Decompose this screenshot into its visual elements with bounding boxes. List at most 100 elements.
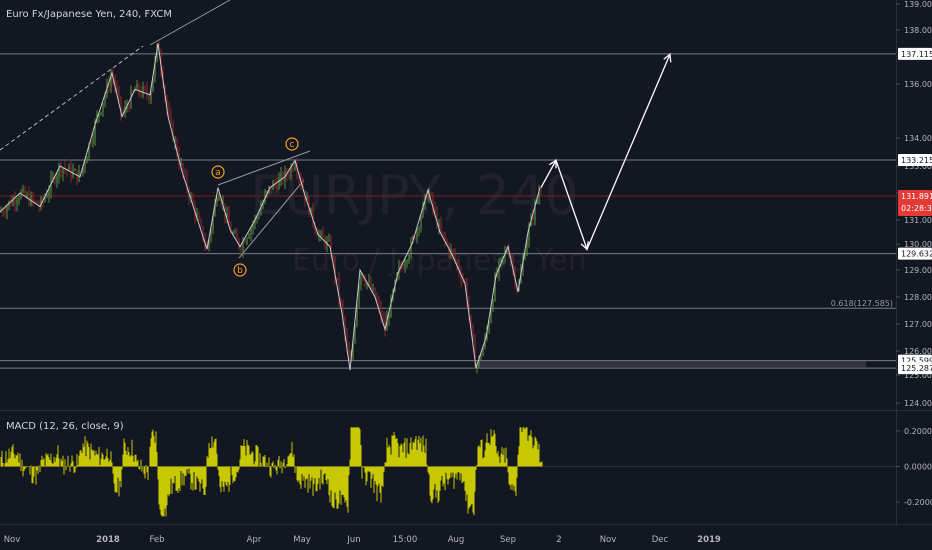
price-tick-label: 134.000	[904, 134, 932, 143]
candle-body	[280, 173, 282, 179]
candle-body	[2, 211, 4, 213]
candle-body	[68, 165, 70, 171]
candle-body	[136, 83, 138, 90]
candle-body	[102, 103, 104, 113]
time-tick-label: Apr	[247, 535, 262, 545]
macd-tick-label: 0.0000	[904, 463, 932, 472]
time-tick-label: Dec	[652, 535, 669, 545]
countdown-label: 02:28:33	[901, 204, 932, 213]
candle-body	[388, 317, 390, 319]
price-tick-label: 131.000	[904, 216, 932, 225]
candle-body	[4, 212, 6, 214]
candle-body	[168, 109, 170, 116]
candle-body	[170, 115, 172, 122]
candle-body	[32, 195, 34, 201]
candle-body	[410, 241, 412, 256]
candle-body	[276, 184, 278, 190]
candle-body	[472, 324, 474, 340]
candle-body	[22, 188, 24, 192]
price-tick-label: 128.000	[904, 293, 932, 302]
candle-body	[144, 86, 146, 89]
candle-body	[430, 192, 432, 196]
candle-body	[56, 175, 58, 183]
macd-title: MACD (12, 26, close, 9)	[6, 421, 124, 432]
candle-body	[336, 277, 338, 280]
price-label-text: 129.632	[901, 250, 932, 259]
candle-body	[24, 188, 26, 196]
wave-c-label: c	[290, 140, 295, 150]
candle-body	[446, 240, 448, 244]
candle-body	[378, 301, 380, 307]
support-zone	[478, 361, 866, 368]
time-tick-label: 15:00	[393, 535, 418, 545]
time-tick-label: Jun	[346, 535, 360, 545]
candle-body	[328, 239, 330, 241]
candle-body	[480, 355, 482, 357]
candle-body	[418, 227, 420, 230]
watermark-name: Euro / Japanese Yen	[292, 243, 587, 278]
candle-body	[16, 200, 18, 204]
candle-body	[52, 176, 54, 178]
candle-body	[524, 255, 526, 260]
candle-body	[118, 90, 120, 97]
candle-body	[452, 249, 454, 255]
candle-body	[540, 192, 542, 194]
candle-body	[404, 263, 406, 268]
candle-body	[70, 165, 72, 177]
candle-body	[184, 173, 186, 175]
time-tick-label: May	[293, 535, 311, 545]
time-tick-label: Nov	[4, 535, 21, 545]
wave-a-label: a	[215, 168, 221, 178]
time-tick-label: 2	[556, 535, 561, 545]
price-tick-label: 136.000	[904, 80, 932, 89]
price-label-text: 137.115	[901, 50, 932, 59]
candle-body	[382, 318, 384, 320]
candle-body	[140, 92, 142, 96]
candle-body	[416, 229, 418, 240]
candle-body	[236, 232, 238, 240]
candle-body	[234, 232, 236, 234]
time-tick-label: Aug	[448, 535, 465, 545]
candle-body	[218, 197, 220, 201]
candle-body	[246, 238, 248, 243]
candle-body	[258, 214, 260, 217]
candle-body	[492, 300, 494, 310]
candle-body	[248, 235, 250, 239]
candle-body	[116, 87, 118, 91]
candle-body	[322, 232, 324, 238]
candle-body	[320, 232, 322, 235]
price-label-text: 131.891	[901, 192, 932, 201]
time-tick-label: 2019	[697, 535, 721, 545]
candle-body	[368, 281, 370, 283]
candle-body	[128, 106, 130, 108]
candle-body	[442, 231, 444, 235]
candle-body	[406, 260, 408, 264]
chart-canvas: EURJPY, 240 Euro / Japanese Yen a b c 0.…	[0, 0, 932, 550]
candle-body	[240, 248, 242, 251]
candle-body	[86, 157, 88, 164]
price-tick-label: 124.000	[904, 399, 932, 408]
candle-body	[6, 206, 8, 213]
candle-body	[46, 195, 48, 198]
macd-tick-label: 0.2000	[904, 427, 932, 436]
price-tick-label: 127.000	[904, 320, 932, 329]
candle-body	[14, 198, 16, 204]
candle-body	[92, 137, 94, 144]
candle-body	[200, 220, 202, 227]
candle-body	[18, 198, 20, 201]
candle-body	[292, 165, 294, 170]
candle-body	[198, 215, 200, 221]
price-label-text: 133.215	[901, 156, 932, 165]
candle-body	[34, 200, 36, 202]
candle-body	[20, 191, 22, 199]
price-tick-label: 139.000	[904, 0, 932, 9]
candle-body	[414, 237, 416, 240]
candle-body	[148, 94, 150, 101]
candle-body	[26, 194, 28, 196]
candle-body	[90, 143, 92, 145]
candle-body	[360, 273, 362, 285]
candle-body	[278, 178, 280, 190]
price-tick-label: 129.000	[904, 266, 932, 275]
candle-body	[408, 255, 410, 261]
candle-body	[250, 228, 252, 236]
